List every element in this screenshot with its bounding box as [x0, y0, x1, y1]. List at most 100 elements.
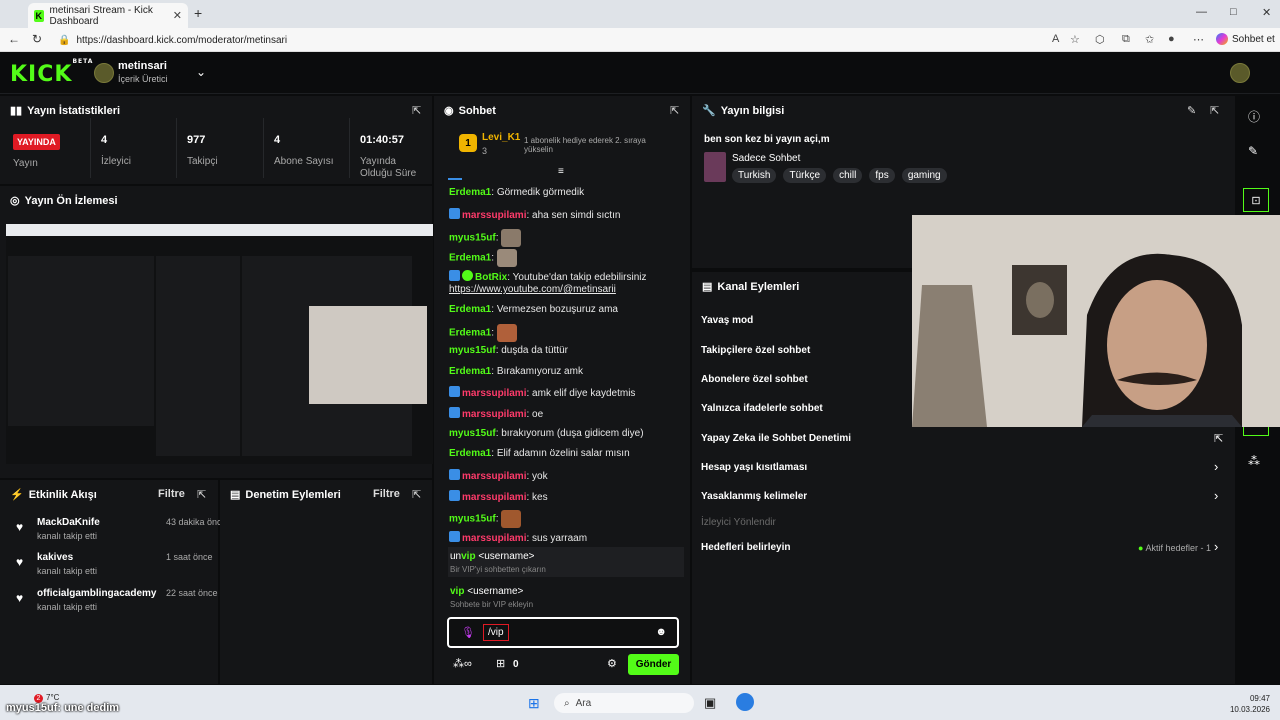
- minimize-icon[interactable]: —: [1196, 6, 1207, 18]
- refresh-icon[interactable]: ↻: [32, 32, 42, 46]
- chevron-right-icon[interactable]: ›: [1214, 459, 1218, 474]
- stats-title-text: Yayın İstatistikleri: [27, 104, 121, 117]
- window-close-icon[interactable]: ✕: [1262, 6, 1271, 19]
- chat-popout-icon[interactable]: ⇱: [670, 104, 679, 117]
- activity-popout-icon[interactable]: ⇱: [197, 488, 206, 501]
- command-suggestion-unvip[interactable]: unvip <username> Bir VIP'yi sohbetten çı…: [448, 547, 684, 577]
- command-suggestion-vip[interactable]: vip <username> Sohbete bir VIP ekleyin: [448, 584, 684, 611]
- info-icon[interactable]: ⓘ: [1248, 108, 1260, 125]
- external-link-icon[interactable]: ⇱: [1214, 432, 1223, 445]
- action-banned-words[interactable]: Yasaklanmış kelimeler: [701, 491, 807, 502]
- chevron-right-icon[interactable]: ›: [1214, 488, 1218, 503]
- chat-username[interactable]: marssupilami: [462, 210, 526, 221]
- chat-input-value[interactable]: /vip: [483, 624, 509, 641]
- moderation-filter-button[interactable]: Filtre: [373, 488, 400, 500]
- start-menu-icon[interactable]: ⊞: [528, 695, 540, 712]
- chat-username[interactable]: Erdema1: [449, 448, 491, 459]
- edit-pencil-icon[interactable]: ✎: [1187, 104, 1196, 117]
- profile-icon[interactable]: ●: [1168, 33, 1175, 45]
- activity-name[interactable]: officialgamblingacademy: [37, 588, 156, 599]
- leaderboard-user[interactable]: Levi_K1: [482, 132, 520, 143]
- chat-settings-gear-icon[interactable]: ⚙: [607, 657, 617, 670]
- chevron-right-icon[interactable]: ›: [1214, 539, 1218, 554]
- subscribers-value: 4: [274, 134, 281, 146]
- gift-icon[interactable]: ⊞: [496, 657, 505, 670]
- action-slow-mode[interactable]: Yavaş mod: [701, 315, 753, 326]
- kick-logo[interactable]: KICKBETA: [10, 58, 93, 87]
- action-goals[interactable]: Hedefleri belirleyin: [701, 542, 790, 553]
- pinned-collapse-icon[interactable]: ≡: [558, 166, 564, 177]
- action-followers-only[interactable]: Takipçilere özel sohbet: [701, 345, 810, 356]
- copilot-button[interactable]: Sohbet et: [1216, 33, 1275, 45]
- action-subscribers-only[interactable]: Abonelere özel sohbet: [701, 374, 808, 385]
- new-tab-icon[interactable]: +: [194, 5, 202, 21]
- chat-link[interactable]: https://www.youtube.com/@metinsarii: [449, 284, 616, 295]
- extensions-icon[interactable]: ⬡: [1095, 33, 1105, 46]
- task-view-icon[interactable]: ▣: [704, 695, 716, 711]
- tag-list: Turkish Türkçe chill fps gaming: [732, 168, 951, 183]
- chat-username[interactable]: myus15uf: [449, 514, 496, 525]
- chat-username[interactable]: Erdema1: [449, 328, 491, 339]
- microphone-icon[interactable]: 🎙: [461, 626, 475, 639]
- chat-username[interactable]: Erdema1: [449, 304, 491, 315]
- emoji-icon[interactable]: ☻: [655, 626, 667, 638]
- tab-close-icon[interactable]: ✕: [173, 9, 182, 22]
- chat-username[interactable]: marssupilami: [462, 471, 526, 482]
- stream-preview-video[interactable]: [6, 224, 433, 464]
- activity-name[interactable]: kakives: [37, 552, 73, 563]
- chat-message: myus15uf:: [449, 510, 522, 528]
- chat-message: marssupilami: sus yarraam: [449, 531, 587, 544]
- tag: Turkish: [732, 168, 777, 183]
- points-icon[interactable]: ⁂: [1248, 454, 1260, 468]
- chat-text: aha sen simdi sıctın: [532, 210, 621, 221]
- chat-username[interactable]: myus15uf: [449, 233, 496, 244]
- live-badge: YAYINDA: [13, 134, 60, 150]
- action-emotes-only[interactable]: Yalnızca ifadelerle sohbet: [701, 403, 823, 414]
- chat-username[interactable]: myus15uf: [449, 345, 496, 356]
- activity-name[interactable]: MackDaKnife: [37, 517, 100, 528]
- stream-info-popout-icon[interactable]: ⇱: [1210, 104, 1219, 117]
- chat-message: marssupilami: aha sen simdi sıctın: [449, 208, 620, 221]
- points-icon[interactable]: ⁂∞: [453, 657, 472, 670]
- chat-input[interactable]: 🎙 /vip ☻: [447, 617, 679, 648]
- chat-title-text: Sohbet: [458, 104, 496, 117]
- chat-username[interactable]: Erdema1: [449, 366, 491, 377]
- read-aloud-icon[interactable]: A: [1052, 33, 1059, 45]
- user-avatar[interactable]: [1230, 63, 1250, 83]
- browser-tab[interactable]: K metinsari Stream - Kick Dashboard ✕: [28, 3, 188, 28]
- collections-icon[interactable]: ⧉: [1122, 33, 1130, 46]
- chat-username[interactable]: BotRix: [475, 272, 507, 283]
- popout-icon[interactable]: ⇱: [412, 104, 421, 117]
- kick-header: KICKBETA metinsari İçerik Üretici ⌄: [0, 52, 1280, 94]
- focus-mode-icon[interactable]: ⊡: [1243, 188, 1269, 212]
- taskbar-clock[interactable]: 09:47 10.03.2026: [1215, 693, 1270, 715]
- more-icon[interactable]: ⋯: [1193, 33, 1204, 46]
- stream-category[interactable]: Sadece Sohbet: [732, 153, 800, 164]
- chat-username[interactable]: marssupilami: [462, 533, 526, 544]
- pencil-icon[interactable]: ✎: [1248, 144, 1258, 158]
- windows-taskbar: ⊞ ⌕ Ara ▣: [0, 685, 1280, 720]
- moderation-popout-icon[interactable]: ⇱: [412, 488, 421, 501]
- activity-title-text: Etkinlik Akışı: [28, 488, 97, 501]
- chat-username[interactable]: marssupilami: [462, 388, 526, 399]
- chat-username[interactable]: Erdema1: [449, 253, 491, 264]
- taskbar-search[interactable]: ⌕ Ara: [554, 693, 694, 713]
- chat-username[interactable]: Erdema1: [449, 187, 491, 198]
- favorite-star-icon[interactable]: ☆: [1070, 33, 1080, 46]
- url-field[interactable]: 🔒 https://dashboard.kick.com/moderator/m…: [50, 31, 1050, 49]
- back-icon[interactable]: ←: [8, 32, 20, 46]
- channel-name[interactable]: metinsari: [118, 60, 167, 72]
- chat-username[interactable]: marssupilami: [462, 409, 526, 420]
- category-thumbnail: [704, 152, 726, 182]
- channel-actions-title: ▤ Kanal Eylemleri: [702, 280, 799, 294]
- channel-switch-chevron-icon[interactable]: ⌄: [196, 65, 206, 79]
- activity-filter-button[interactable]: Filtre: [158, 488, 185, 500]
- edge-browser-icon[interactable]: [736, 693, 754, 711]
- action-account-age[interactable]: Hesap yaşı kısıtlaması: [701, 462, 807, 473]
- send-button[interactable]: Gönder: [628, 654, 679, 675]
- chat-username[interactable]: myus15uf: [449, 428, 496, 439]
- chat-username[interactable]: marssupilami: [462, 492, 526, 503]
- action-ai-moderation[interactable]: Yapay Zeka ile Sohbet Denetimi: [701, 433, 851, 444]
- favorites-icon[interactable]: ✩: [1145, 33, 1154, 46]
- maximize-icon[interactable]: □: [1230, 6, 1237, 18]
